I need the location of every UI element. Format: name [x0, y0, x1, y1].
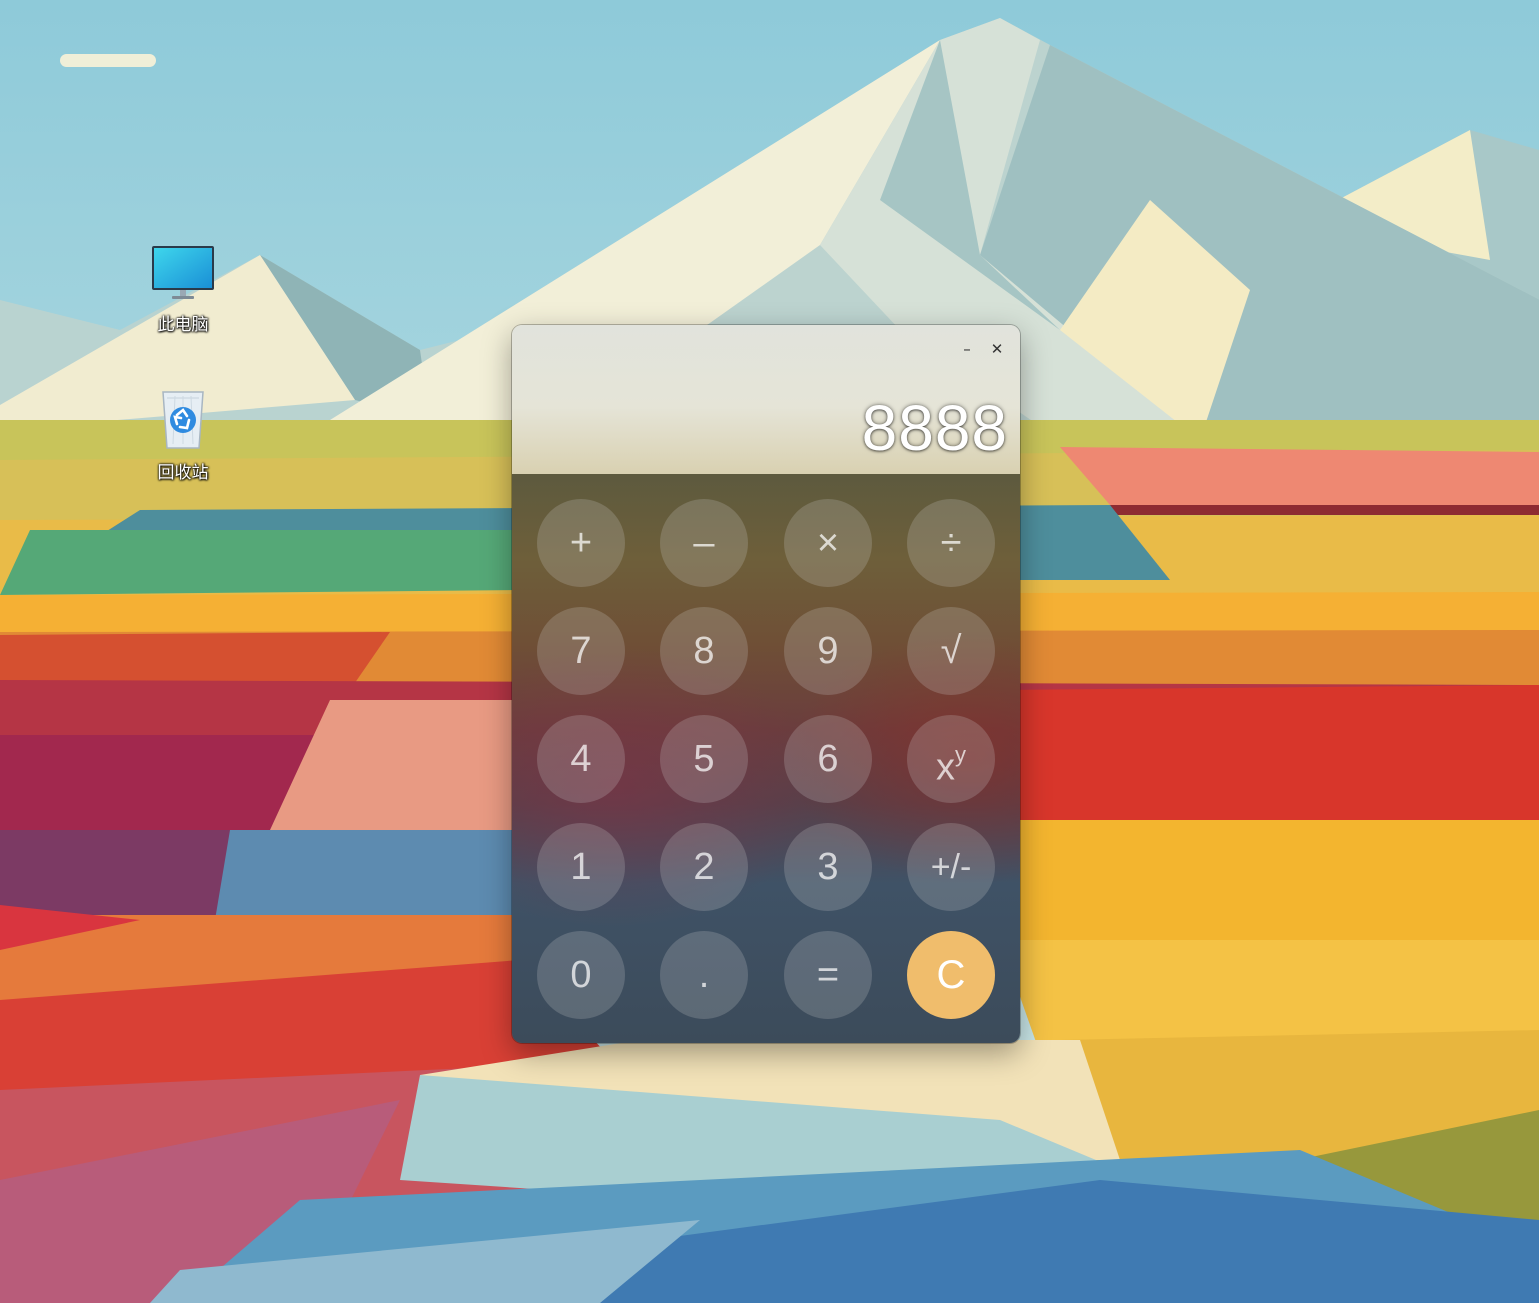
digit-5-key[interactable]: 5 [660, 715, 748, 803]
digit-9-key[interactable]: 9 [784, 607, 872, 695]
calculator-display: 8888 [861, 392, 1008, 464]
calculator-window: – ✕ 8888 + – × ÷ 7 8 9 √ 4 5 6 xy 1 2 3 … [512, 325, 1020, 1043]
keypad: + – × ÷ 7 8 9 √ 4 5 6 xy 1 2 3 +/- 0 . =… [512, 474, 1020, 1043]
power-key-base: x [936, 746, 955, 789]
calculator-header: – ✕ 8888 [512, 325, 1020, 474]
minus-key[interactable]: – [660, 499, 748, 587]
desktop-icon-recycle-bin[interactable]: 回收站 [133, 384, 233, 483]
digit-7-key[interactable]: 7 [537, 607, 625, 695]
clear-key[interactable]: C [907, 931, 995, 1019]
desktop-icon-label: 回收站 [157, 463, 209, 483]
negate-key[interactable]: +/- [907, 823, 995, 911]
power-key[interactable]: xy [907, 715, 995, 803]
top-pill-bar [60, 54, 156, 67]
square-root-key[interactable]: √ [907, 607, 995, 695]
close-button[interactable]: ✕ [986, 339, 1008, 359]
power-key-exponent: y [955, 742, 966, 767]
desktop-icon-label: 此电脑 [157, 315, 209, 335]
equals-key[interactable]: = [784, 931, 872, 1019]
digit-6-key[interactable]: 6 [784, 715, 872, 803]
digit-4-key[interactable]: 4 [537, 715, 625, 803]
digit-0-key[interactable]: 0 [537, 931, 625, 1019]
digit-1-key[interactable]: 1 [537, 823, 625, 911]
divide-key[interactable]: ÷ [907, 499, 995, 587]
minimize-button[interactable]: – [956, 339, 978, 359]
desktop-icon-this-pc[interactable]: 此电脑 [133, 244, 233, 335]
multiply-key[interactable]: × [784, 499, 872, 587]
digit-3-key[interactable]: 3 [784, 823, 872, 911]
digit-8-key[interactable]: 8 [660, 607, 748, 695]
digit-2-key[interactable]: 2 [660, 823, 748, 911]
plus-key[interactable]: + [537, 499, 625, 587]
monitor-icon [152, 246, 214, 299]
decimal-point-key[interactable]: . [660, 931, 748, 1019]
recycle-bin-icon [162, 391, 204, 449]
